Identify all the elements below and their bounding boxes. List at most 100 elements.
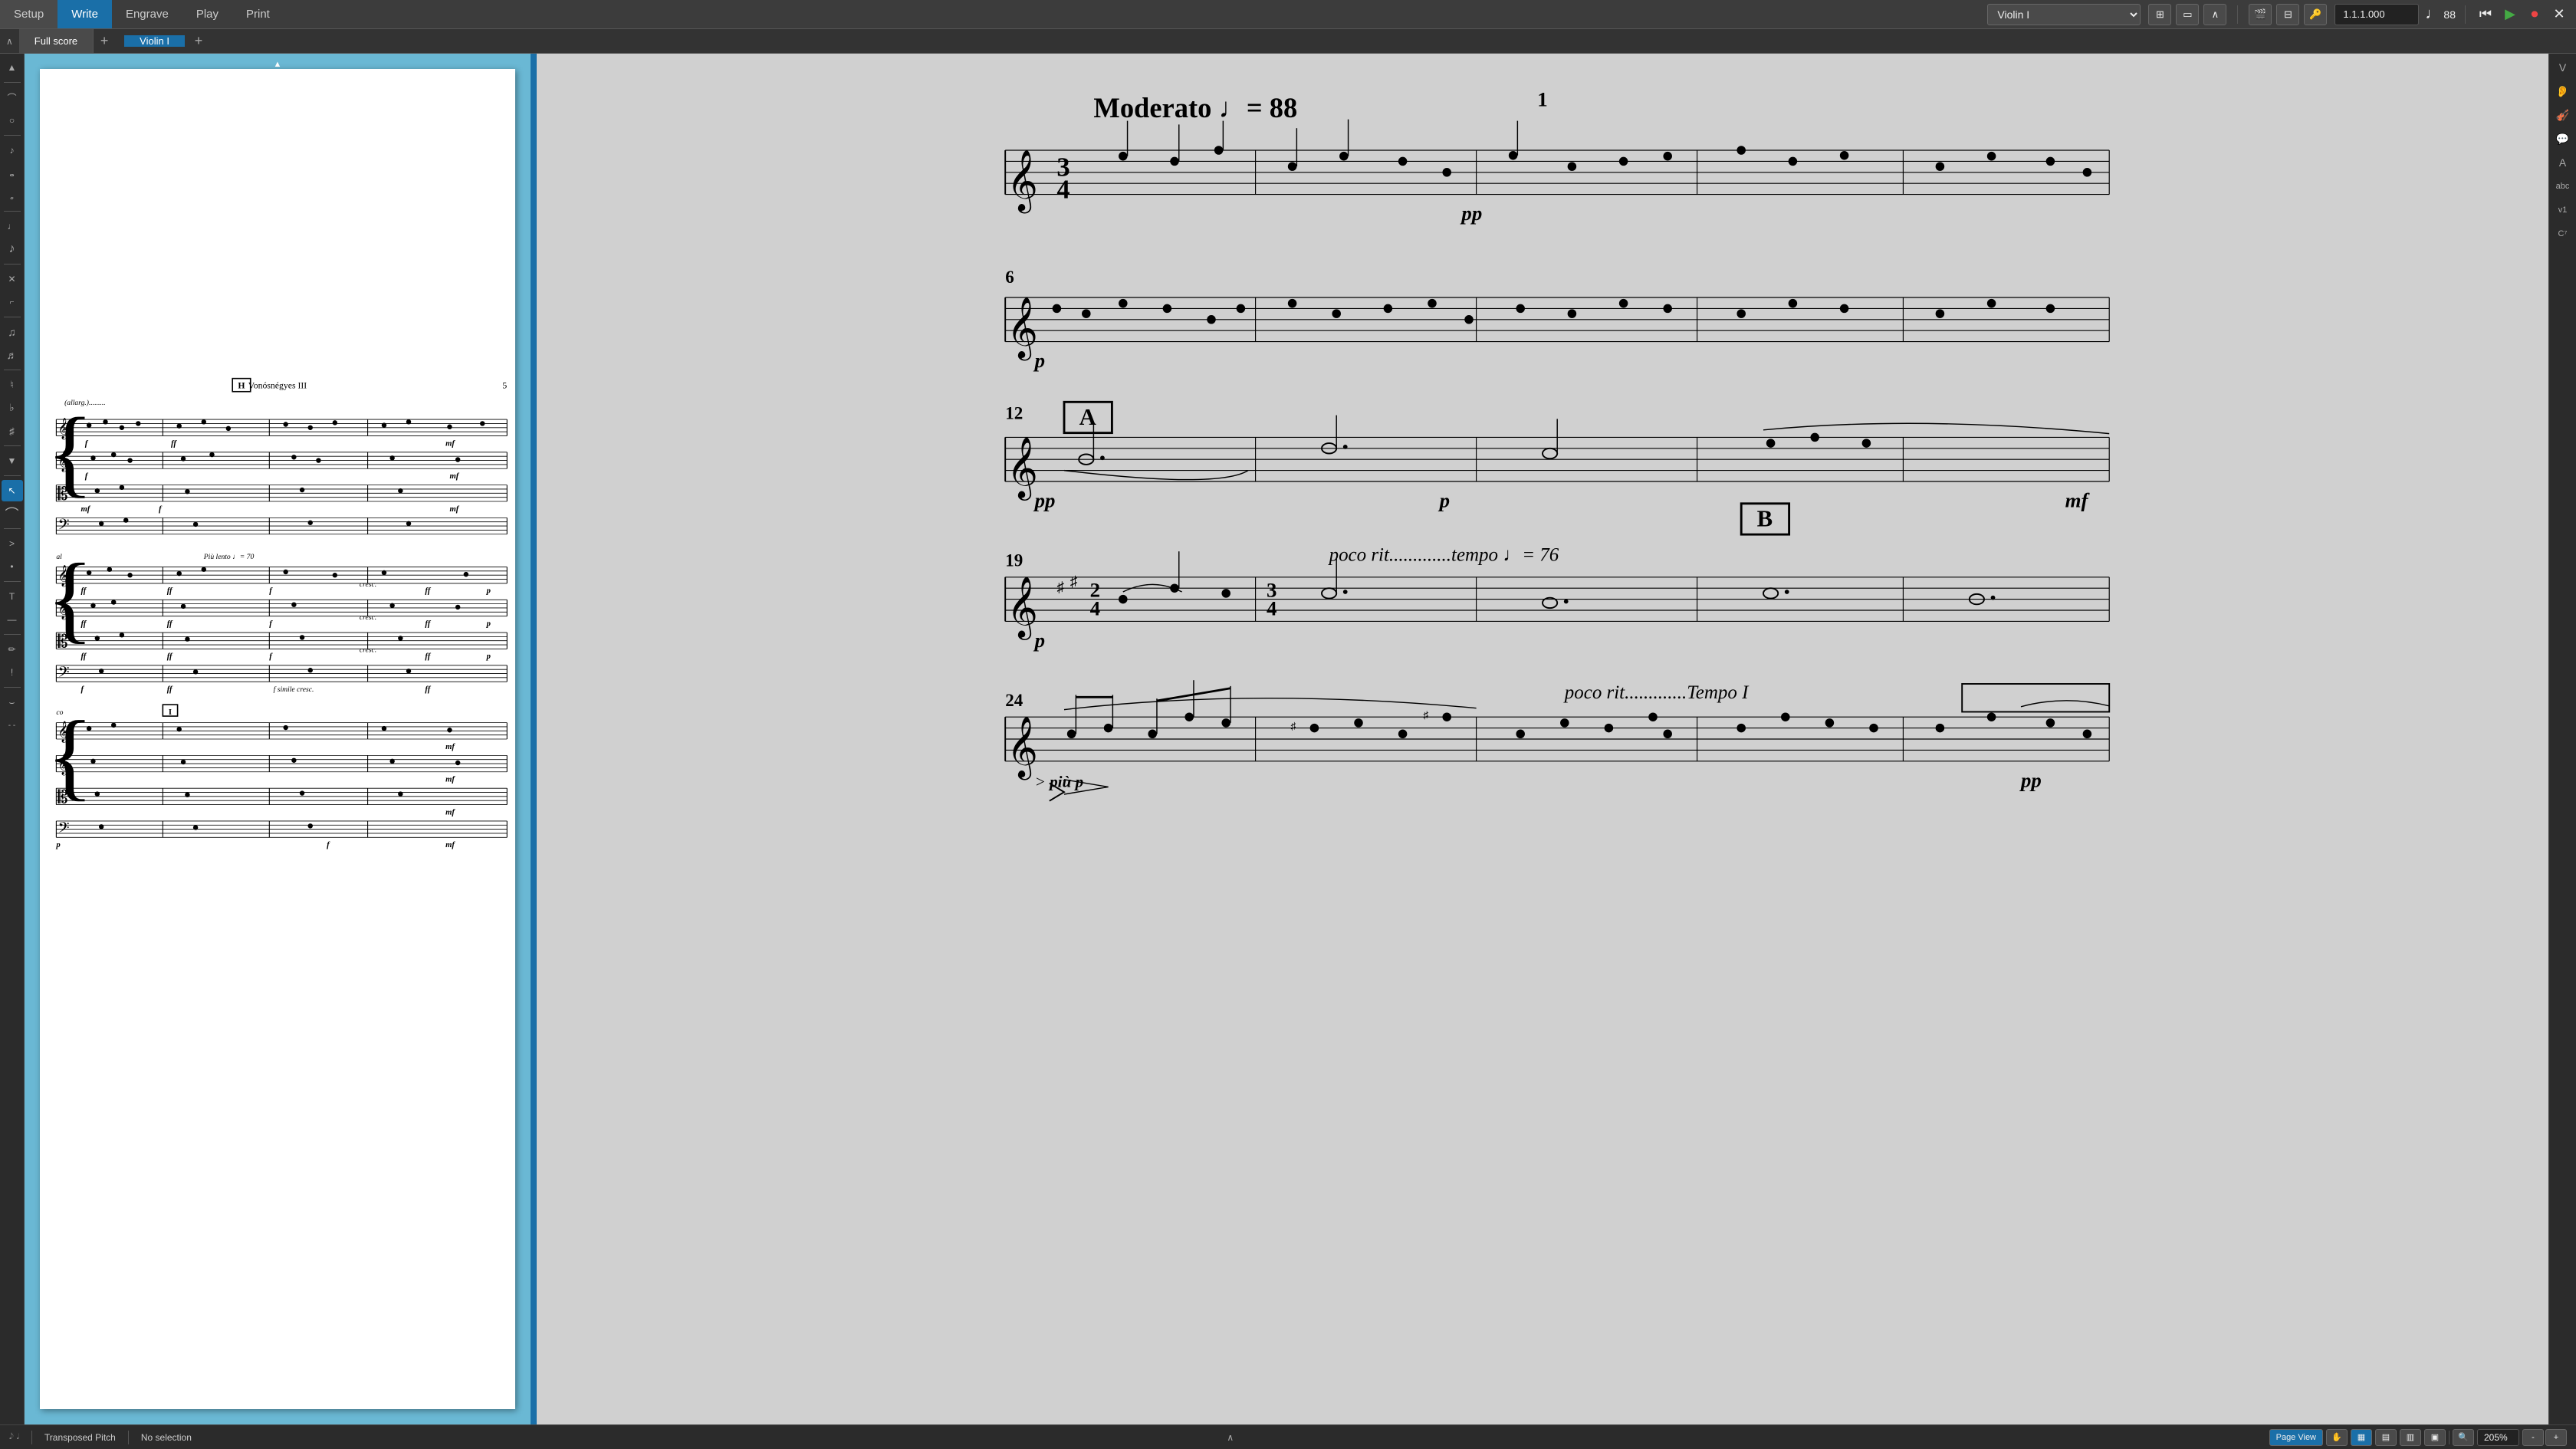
mixer-sidebar-icon[interactable]: V (2552, 57, 2574, 78)
slur-tool-icon[interactable]: ⌒ (2, 503, 23, 524)
pencil-icon[interactable]: ✏ (2, 639, 23, 660)
svg-text:𝄞: 𝄞 (1007, 297, 1038, 360)
page-view-btn[interactable]: Page View (2269, 1429, 2323, 1446)
svg-text:H: H (238, 380, 245, 390)
circle-icon[interactable]: ○ (2, 110, 23, 131)
flat-icon[interactable]: ♭ (2, 397, 23, 419)
layout-btn[interactable]: ∧ (2203, 4, 2226, 25)
violin-i-tab[interactable]: Violin I (124, 35, 185, 47)
expand-arrow[interactable]: ∧ (1227, 1432, 1234, 1443)
midi-indicator: 𝅘𝅥𝅮 𝅘𝅥 (9, 1432, 19, 1442)
svg-text:pp: pp (2019, 768, 2042, 791)
score-view-btn[interactable]: ⊞ (2148, 4, 2171, 25)
dashed-line-icon[interactable]: - - (2, 715, 23, 736)
exclamation-icon[interactable]: ! (2, 662, 23, 683)
beam-icon[interactable]: ⌐ (2, 291, 23, 313)
full-score-content[interactable]: Vonósnégyes III 5 H (allarg.)......... 𝄞 (40, 69, 515, 1409)
svg-text:p: p (1033, 629, 1045, 652)
staccato-icon[interactable]: • (2, 556, 23, 577)
grid-view-3-btn[interactable]: ▥ (2400, 1429, 2421, 1446)
number-sidebar-icon[interactable]: v1 (2552, 199, 2574, 221)
ear-sidebar-icon[interactable]: 👂 (2552, 80, 2574, 102)
add-layout-button[interactable]: + (94, 31, 115, 52)
accent-icon[interactable]: > (2, 533, 23, 554)
play-button[interactable]: ▶ (2499, 4, 2521, 25)
cross-icon[interactable]: ✕ (2, 268, 23, 290)
tab-play[interactable]: Play (182, 0, 232, 28)
svg-text:ff: ff (80, 652, 87, 661)
grid-view-4-btn[interactable]: ▣ (2424, 1429, 2446, 1446)
svg-text:mf: mf (445, 840, 455, 849)
stop-button[interactable]: ✕ (2548, 4, 2570, 25)
full-score-svg: Vonósnégyes III 5 H (allarg.)......... 𝄞 (40, 69, 515, 1409)
down-arrow-icon[interactable]: ▼ (2, 450, 23, 472)
zoom-increase-btn[interactable]: + (2545, 1429, 2567, 1446)
sharp-icon[interactable]: ♯ (2, 420, 23, 442)
curved-line-icon[interactable]: ⌣ (2, 692, 23, 713)
part-score-area[interactable]: Moderato ♩= 88 1 𝄞 3 4 (537, 54, 2548, 1424)
svg-text:p: p (486, 586, 491, 596)
dot-icon[interactable]: ♩ (2, 215, 23, 237)
key-icon-btn[interactable]: 🔑 (2304, 4, 2327, 25)
grace-note-icon[interactable]: ♪ (2, 140, 23, 161)
svg-text:{: { (47, 398, 94, 507)
svg-text:♯: ♯ (1423, 709, 1428, 721)
half-note-icon[interactable]: 𝅗 (2, 186, 23, 207)
score-panel-up-arrow[interactable]: ▲ (274, 60, 282, 69)
svg-text:mf: mf (445, 807, 455, 816)
svg-text:p: p (55, 840, 61, 849)
chord-sidebar-icon[interactable]: abc (2552, 176, 2574, 197)
text-sidebar-icon[interactable]: A (2552, 152, 2574, 173)
svg-text:ff: ff (171, 439, 177, 448)
instrument-selector[interactable]: Violin I Violin II Viola Cello (1987, 4, 2141, 25)
eighth-note-icon[interactable]: ♫ (2, 321, 23, 343)
svg-text:mf: mf (2065, 489, 2091, 512)
zoom-decrease-btn[interactable]: - (2522, 1429, 2544, 1446)
svg-text:♯: ♯ (1056, 580, 1064, 596)
svg-text:p: p (486, 619, 491, 628)
tab-setup[interactable]: Setup (0, 0, 58, 28)
tab-write[interactable]: Write (58, 0, 112, 28)
svg-text:5: 5 (502, 380, 507, 390)
svg-text:cresc.: cresc. (360, 613, 376, 622)
dotted-note-icon[interactable]: ♪ (2, 238, 23, 260)
part-score-svg: Moderato ♩= 88 1 𝄞 3 4 (567, 77, 2518, 1401)
add-part-button[interactable]: + (188, 31, 209, 52)
instrument-sidebar-icon[interactable]: 🎻 (2552, 104, 2574, 126)
whole-note-icon[interactable]: 𝅝 (2, 163, 23, 184)
mixer-icon-btn[interactable]: ⊟ (2276, 4, 2299, 25)
svg-text:4: 4 (1056, 175, 1070, 204)
svg-text:𝄞: 𝄞 (1007, 577, 1038, 640)
svg-text:𝄢: 𝄢 (58, 820, 70, 840)
chord7-sidebar-icon[interactable]: C⁷ (2552, 223, 2574, 245)
part-view-btn[interactable]: ▭ (2176, 4, 2199, 25)
svg-text:f: f (269, 619, 273, 628)
tab-engrave[interactable]: Engrave (112, 0, 182, 28)
grid-view-1-btn[interactable]: ▦ (2351, 1429, 2372, 1446)
comment-sidebar-icon[interactable]: 💬 (2552, 128, 2574, 150)
svg-text:Più lento ♩= 70: Più lento ♩= 70 (203, 553, 255, 561)
rewind-button[interactable]: ⏮ (2475, 4, 2496, 25)
panel-separator[interactable] (531, 54, 537, 1424)
text-icon[interactable]: T (2, 586, 23, 607)
select-cursor-icon[interactable]: ↖ (2, 480, 23, 501)
up-arrow-icon[interactable]: ▲ (2, 57, 23, 78)
svg-text:ff: ff (167, 586, 173, 596)
line-icon[interactable]: — (2, 609, 23, 630)
grid-view-2-btn[interactable]: ▤ (2375, 1429, 2397, 1446)
sixteenth-note-icon[interactable]: ♬ (2, 344, 23, 366)
zoom-out-btn[interactable]: 🔍 (2453, 1429, 2474, 1446)
natural-sign-icon[interactable]: ♮ (2, 374, 23, 396)
slur-icon[interactable]: ⌒ (2, 87, 23, 108)
svg-text:ff: ff (167, 619, 173, 628)
svg-text:mf: mf (445, 742, 455, 751)
hand-tool-btn[interactable]: ✋ (2326, 1429, 2348, 1446)
svg-text:19: 19 (1005, 550, 1023, 570)
svg-text:{: { (47, 544, 94, 652)
full-score-tab[interactable]: Full score (19, 29, 94, 53)
left-toolbar: ▲ ⌒ ○ ♪ 𝅝 𝅗 ♩ ♪ ✕ ⌐ ♫ ♬ ♮ ♭ ♯ ▼ ↖ ⌒ > • … (0, 54, 25, 1424)
tab-print[interactable]: Print (232, 0, 284, 28)
record-button[interactable]: ⏺ (2524, 4, 2545, 25)
video-icon-btn[interactable]: 🎬 (2249, 4, 2272, 25)
collapse-arrow[interactable]: ∧ (0, 36, 19, 47)
